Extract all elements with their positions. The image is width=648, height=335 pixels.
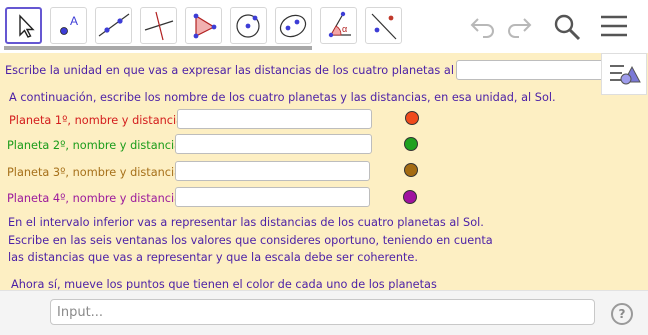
planet-2-label: Planeta 2º, nombre y distancia:: [7, 139, 185, 152]
toolbar-scroll-indicator: [4, 46, 312, 50]
svg-text:α: α: [342, 24, 347, 34]
planet-1-label: Planeta 1º, nombre y distancia:: [9, 114, 187, 127]
planet-3-input-field[interactable]: [175, 161, 370, 181]
cursor-arrow-icon: [19, 14, 35, 38]
polygon-tool-button[interactable]: [185, 7, 222, 44]
reflect-tool-button[interactable]: [365, 7, 402, 44]
planet-4-color-point[interactable]: [403, 190, 417, 204]
search-icon[interactable]: [552, 12, 582, 42]
ellipse-icon: [279, 14, 307, 38]
unit-input-field[interactable]: [456, 60, 606, 80]
line-through-points-icon: [98, 13, 130, 37]
input-bar: ?: [0, 290, 648, 335]
circle-center-point-icon: [236, 14, 260, 38]
planet-1-input-field[interactable]: [177, 109, 372, 129]
unit-prompt-text: Escribe la unidad en que vas a expresar …: [5, 64, 479, 77]
perpendicular-line-icon: [144, 11, 174, 41]
planet-4-label: Planeta 4º, nombre y distancia:: [7, 192, 185, 205]
planet-3-label: Planeta 3º, nombre y distancia:: [7, 166, 185, 179]
polygon-triangle-icon: [193, 13, 217, 39]
line-tool-button[interactable]: [95, 7, 132, 44]
planet-1-color-point[interactable]: [405, 111, 419, 125]
undo-icon[interactable]: [469, 14, 497, 38]
point-a-icon: A: [60, 14, 78, 35]
perpendicular-line-tool-button[interactable]: [140, 7, 177, 44]
planet-2-color-point[interactable]: [404, 137, 418, 151]
style-bar-toggle-button[interactable]: [601, 53, 647, 95]
circle-tool-button[interactable]: [230, 7, 267, 44]
redo-icon[interactable]: [505, 14, 533, 38]
graphics-style-icon: [610, 65, 641, 85]
angle-alpha-icon: α: [328, 11, 351, 38]
move-tool-button[interactable]: [5, 7, 42, 44]
planet-4-input-field[interactable]: [175, 187, 370, 207]
reflect-about-line-icon: [371, 13, 397, 40]
toolbar: A α: [0, 0, 648, 52]
planet-2-input-field[interactable]: [175, 134, 372, 154]
planet-3-color-point[interactable]: [404, 163, 418, 177]
graphics-view[interactable]: Escribe la unidad en que vas a expresar …: [0, 53, 648, 290]
help-icon[interactable]: ?: [611, 303, 633, 325]
instruction-line-1: En el intervalo inferior vas a represent…: [8, 216, 484, 229]
instruction-line-2: Escribe en las seis ventanas los valores…: [8, 234, 493, 247]
svg-text:A: A: [70, 14, 78, 28]
names-prompt-text: A continuación, escribe los nombre de lo…: [9, 91, 556, 104]
angle-tool-button[interactable]: α: [320, 7, 357, 44]
hamburger-menu-icon[interactable]: [599, 13, 629, 39]
algebra-input-field[interactable]: [50, 299, 595, 325]
instruction-line-3: las distancias que vas a representar y q…: [8, 251, 418, 264]
ellipse-tool-button[interactable]: [275, 7, 312, 44]
point-tool-button[interactable]: A: [50, 7, 87, 44]
final-instruction-text: Ahora sí, mueve los puntos que tienen el…: [11, 278, 437, 290]
